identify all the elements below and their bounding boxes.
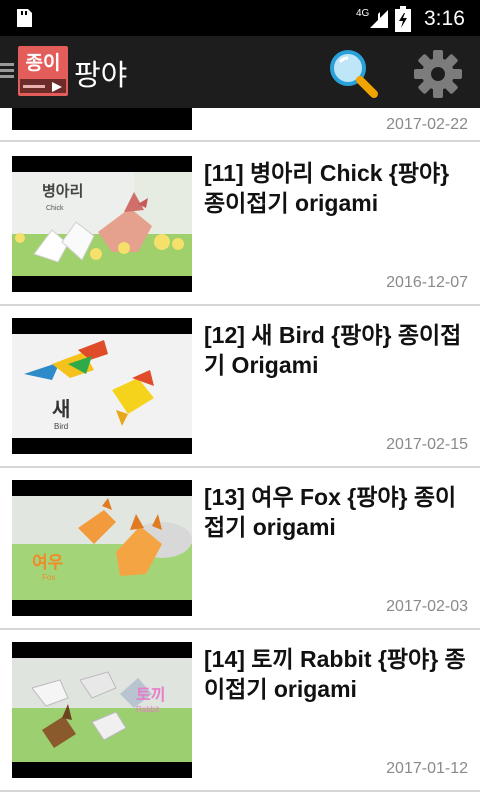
svg-text:Chick: Chick xyxy=(46,205,64,212)
app-bar: 종이 팡야 xyxy=(0,36,480,108)
menu-icon[interactable] xyxy=(0,60,14,84)
list-item[interactable]: 새 Bird [12] 새 Bird {팡야} 종이접기 Origami 201… xyxy=(0,306,480,468)
logo-player-bar xyxy=(20,79,66,93)
item-title: [11] 병아리 Chick {팡야} 종이접기 origami xyxy=(204,160,450,216)
video-thumbnail: 여우 Fox xyxy=(12,480,192,616)
status-bar: 4G 3:16 xyxy=(0,0,480,36)
svg-text:여우: 여우 xyxy=(32,553,64,573)
search-icon[interactable] xyxy=(326,46,380,100)
video-list[interactable]: 2017-02-22 병아리 Chick [11] 병아리 Chick {팡야}… xyxy=(0,108,480,800)
item-title: [13] 여우 Fox {팡야} 종이접기 origami xyxy=(204,484,457,540)
item-date: 2017-02-03 xyxy=(386,598,468,615)
item-title: [12] 새 Bird {팡야} 종이접기 Origami xyxy=(204,322,462,378)
app-title: 팡야 xyxy=(74,58,128,92)
battery-icon xyxy=(395,6,411,32)
list-item[interactable]: 병아리 Chick [11] 병아리 Chick {팡야} 종이접기 origa… xyxy=(0,144,480,306)
video-thumbnail: 새 Bird xyxy=(12,318,192,454)
logo-text: 종이 xyxy=(25,52,61,74)
app-logo[interactable]: 종이 xyxy=(18,46,68,96)
sd-card-icon xyxy=(17,9,32,27)
video-thumbnail: 토끼 Rabbit xyxy=(12,642,192,778)
list-item[interactable]: 여우 Fox [13] 여우 Fox {팡야} 종이접기 origami 201… xyxy=(0,468,480,630)
item-date: 2017-02-22 xyxy=(386,116,468,133)
list-item[interactable]: 2017-02-22 xyxy=(0,108,480,142)
video-thumbnail xyxy=(12,108,192,130)
svg-text:새: 새 xyxy=(52,397,70,421)
list-item[interactable]: 토끼 Rabbit [14] 토끼 Rabbit {팡야} 종이접기 origa… xyxy=(0,630,480,792)
item-date: 2017-02-15 xyxy=(386,436,468,453)
video-thumbnail: 병아리 Chick xyxy=(12,156,192,292)
clock: 3:16 xyxy=(424,7,465,30)
svg-text:Bird: Bird xyxy=(54,422,68,431)
svg-text:Fox: Fox xyxy=(42,573,55,582)
settings-icon[interactable] xyxy=(412,48,464,100)
svg-text:토끼: 토끼 xyxy=(136,685,165,704)
item-title: [14] 토끼 Rabbit {팡야} 종이접기 origami xyxy=(204,646,466,702)
svg-text:4G: 4G xyxy=(356,8,370,19)
signal-icon: 4G xyxy=(356,8,388,28)
svg-text:Rabbit: Rabbit xyxy=(136,705,160,714)
item-date: 2016-12-07 xyxy=(386,274,468,291)
item-date: 2017-01-12 xyxy=(386,760,468,777)
svg-text:병아리: 병아리 xyxy=(42,182,83,200)
